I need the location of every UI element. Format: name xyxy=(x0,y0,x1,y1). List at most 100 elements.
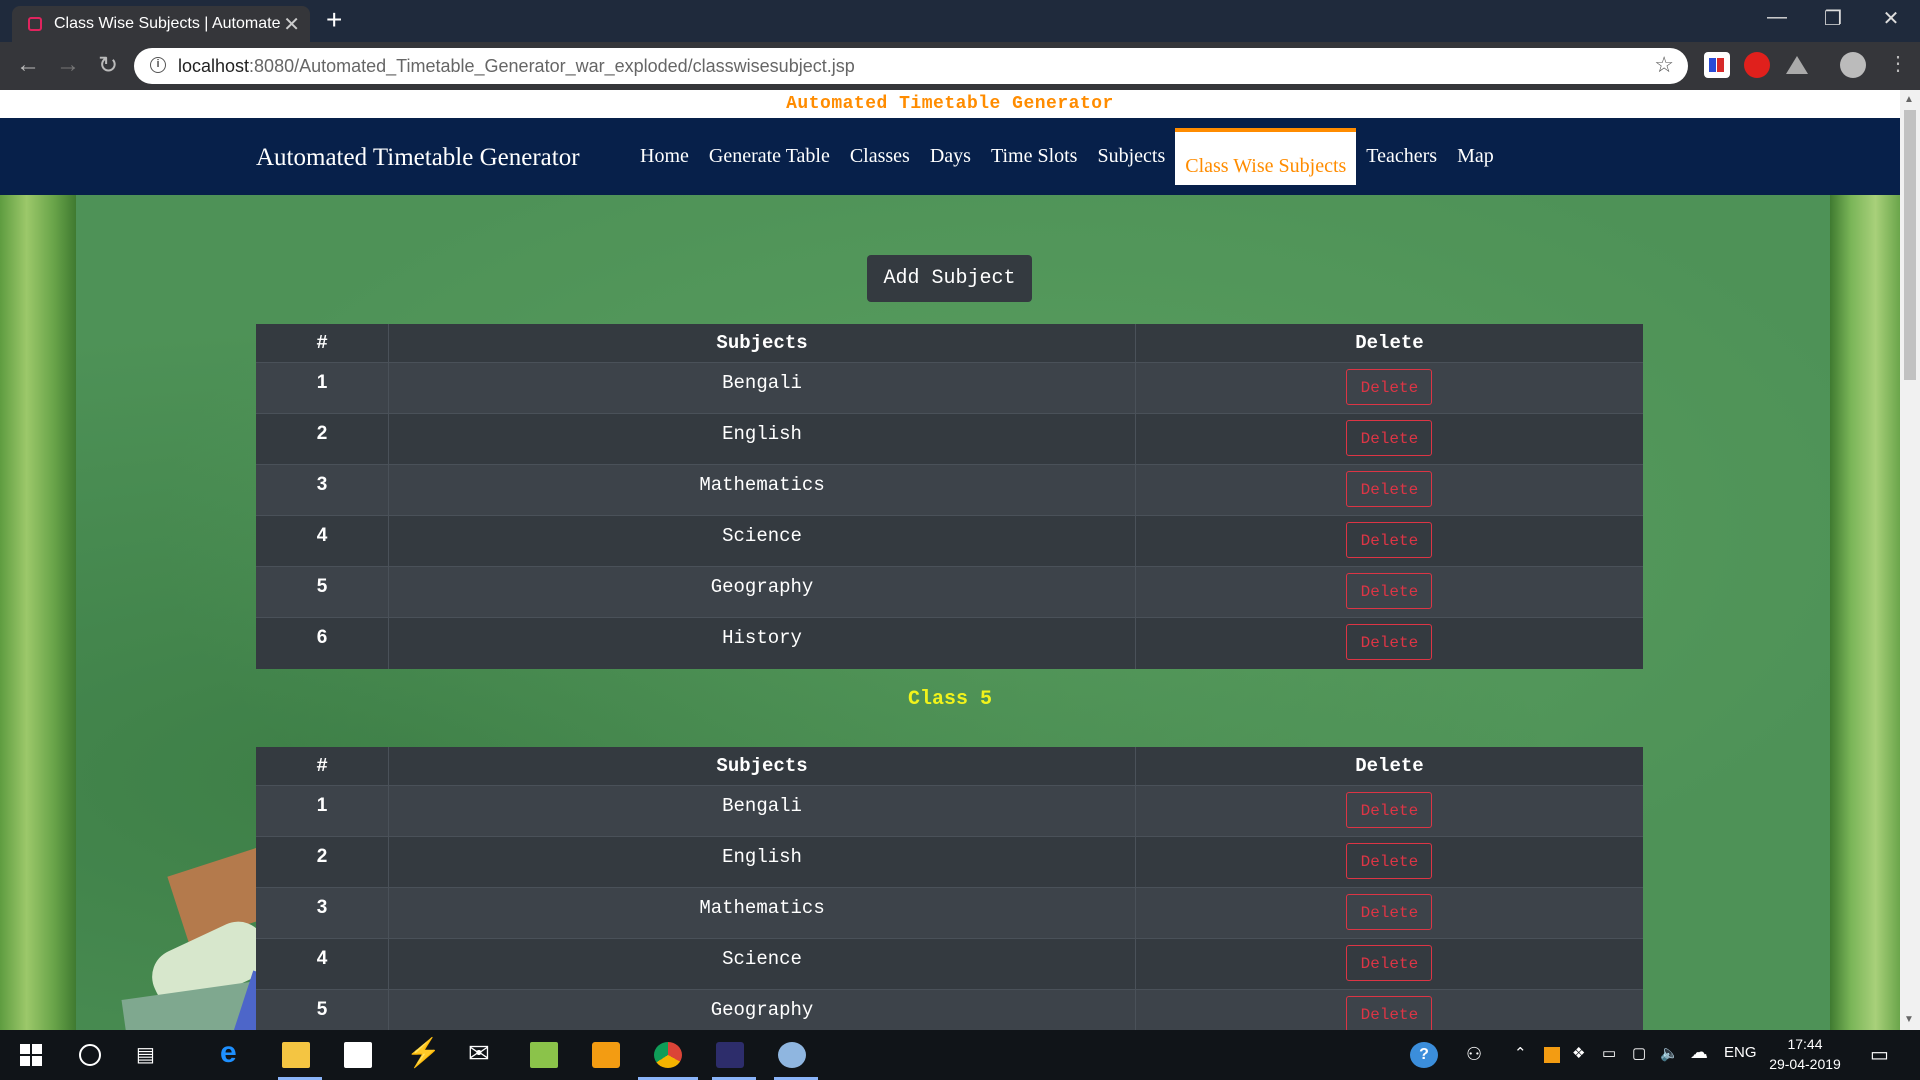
store-icon[interactable] xyxy=(344,1042,372,1068)
row-subject: Geography xyxy=(388,566,1136,618)
delete-button[interactable]: Delete xyxy=(1346,471,1433,507)
clock-date: 29-04-2019 xyxy=(1769,1056,1841,1072)
language-indicator[interactable]: ENG xyxy=(1724,1044,1757,1061)
nav-subjects[interactable]: Subjects xyxy=(1087,118,1175,195)
delete-button[interactable]: Delete xyxy=(1346,522,1433,558)
address-bar[interactable]: i localhost:8080/Automated_Timetable_Gen… xyxy=(134,48,1688,84)
delete-button[interactable]: Delete xyxy=(1346,420,1433,456)
row-subject: English xyxy=(388,413,1136,465)
table-row: 6 History Delete xyxy=(256,617,1643,669)
browser-toolbar: ← → ↻ i localhost:8080/Automated_Timetab… xyxy=(0,42,1920,90)
delete-button[interactable]: Delete xyxy=(1346,573,1433,609)
dropbox-icon[interactable]: ❖ xyxy=(1572,1044,1585,1062)
nav-map[interactable]: Map xyxy=(1447,118,1504,195)
reload-icon[interactable]: ↻ xyxy=(92,51,124,80)
row-delete-cell: Delete xyxy=(1135,566,1643,618)
row-number: 1 xyxy=(256,362,390,414)
new-tab-icon[interactable]: + xyxy=(326,6,342,34)
tab-title: Class Wise Subjects | Automated xyxy=(54,15,280,32)
navbar-brand[interactable]: Automated Timetable Generator xyxy=(256,144,580,172)
mail-icon[interactable]: ✉ xyxy=(468,1038,496,1068)
row-delete-cell: Delete xyxy=(1135,515,1643,567)
row-delete-cell: Delete xyxy=(1135,617,1643,669)
volume-icon[interactable]: 🔈 xyxy=(1660,1044,1679,1062)
scroll-up-icon[interactable]: ▲ xyxy=(1904,94,1914,105)
row-subject: Bengali xyxy=(388,362,1136,414)
onedrive-icon[interactable]: ☁ xyxy=(1690,1042,1708,1063)
delete-button[interactable]: Delete xyxy=(1346,843,1433,879)
nav-home[interactable]: Home xyxy=(630,118,699,195)
notepad-icon[interactable] xyxy=(530,1042,558,1068)
help-icon[interactable]: ? xyxy=(1410,1042,1438,1068)
forward-icon[interactable]: → xyxy=(52,51,84,79)
main-navbar: Automated Timetable Generator Home Gener… xyxy=(0,118,1900,195)
show-hidden-icons-icon[interactable]: ⌃ xyxy=(1514,1044,1527,1062)
scroll-down-icon[interactable]: ▼ xyxy=(1904,1014,1914,1025)
window-close-icon[interactable]: ✕ xyxy=(1866,6,1916,31)
site-info-icon[interactable]: i xyxy=(150,57,166,73)
people-icon[interactable]: ⚇ xyxy=(1466,1044,1482,1065)
nav-generate-table[interactable]: Generate Table xyxy=(699,118,840,195)
page-scrollbar[interactable]: ▲ ▼ xyxy=(1900,90,1920,1030)
delete-button[interactable]: Delete xyxy=(1346,792,1433,828)
col-header-subjects: Subjects xyxy=(388,747,1136,786)
table-row: 4 Science Delete xyxy=(256,938,1643,990)
bookmark-star-icon[interactable]: ☆ xyxy=(1654,52,1674,78)
minimize-icon[interactable]: — xyxy=(1752,6,1802,29)
close-tab-icon[interactable]: ✕ xyxy=(283,12,300,37)
delete-button[interactable]: Delete xyxy=(1346,996,1433,1030)
task-view-icon[interactable]: ▤ xyxy=(136,1042,164,1068)
delete-button[interactable]: Delete xyxy=(1346,945,1433,981)
windows-start-icon[interactable] xyxy=(18,1042,46,1068)
browser-tab[interactable]: Class Wise Subjects | Automated ✕ xyxy=(12,6,310,42)
row-delete-cell: Delete xyxy=(1135,362,1643,414)
nav-class-wise-subjects[interactable]: Class Wise Subjects xyxy=(1175,128,1357,185)
table-row: 3 Mathematics Delete xyxy=(256,887,1643,939)
cortana-search-icon[interactable] xyxy=(76,1042,104,1068)
scrollbar-thumb[interactable] xyxy=(1904,110,1916,380)
file-explorer-icon[interactable] xyxy=(282,1042,310,1068)
visual-studio-code-icon[interactable]: ⚡ xyxy=(406,1036,441,1068)
extension-hand-icon[interactable] xyxy=(1744,52,1770,78)
url-text: localhost:8080/Automated_Timetable_Gener… xyxy=(178,56,855,76)
table-row: 4 Science Delete xyxy=(256,515,1643,567)
table-header-row: # Subjects Delete xyxy=(256,747,1643,786)
system-clock[interactable]: 17:44 29-04-2019 xyxy=(1760,1034,1850,1074)
table-row: 2 English Delete xyxy=(256,413,1643,465)
delete-button[interactable]: Delete xyxy=(1346,624,1433,660)
add-subject-button[interactable]: Add Subject xyxy=(867,255,1032,302)
menu-kebab-icon[interactable]: ⋮ xyxy=(1882,51,1914,76)
row-subject: Bengali xyxy=(388,785,1136,837)
windows-taskbar: ▤ e ⚡ ✉ ? ⚇ ⌃ ❖ ▭ ▢ 🔈 ☁ ENG 17:44 29-04-… xyxy=(0,1030,1920,1080)
class-heading: Class 5 xyxy=(907,688,992,711)
back-icon[interactable]: ← xyxy=(12,51,44,79)
nav-classes[interactable]: Classes xyxy=(840,118,920,195)
profile-avatar-icon[interactable] xyxy=(1840,52,1866,78)
subjects-table: # Subjects Delete 1 Bengali Delete 2 Eng… xyxy=(256,324,1643,669)
edge-browser-icon[interactable]: e xyxy=(220,1036,248,1069)
nav-time-slots[interactable]: Time Slots xyxy=(981,118,1088,195)
table-row: 3 Mathematics Delete xyxy=(256,464,1643,516)
row-delete-cell: Delete xyxy=(1135,785,1643,837)
restore-icon[interactable]: ❐ xyxy=(1808,6,1858,31)
action-center-icon[interactable]: ▭ xyxy=(1870,1042,1889,1067)
intellij-idea-icon[interactable] xyxy=(716,1042,744,1068)
nav-days[interactable]: Days xyxy=(920,118,981,195)
sublime-text-icon[interactable] xyxy=(592,1042,620,1068)
delete-button[interactable]: Delete xyxy=(1346,894,1433,930)
battery-icon[interactable]: ▭ xyxy=(1602,1044,1616,1062)
extension-drive-icon[interactable] xyxy=(1784,52,1810,78)
delete-button[interactable]: Delete xyxy=(1346,369,1433,405)
nav-teachers[interactable]: Teachers xyxy=(1356,118,1447,195)
page-viewport: Automated Timetable Generator Automated … xyxy=(0,90,1900,1030)
chrome-icon[interactable] xyxy=(654,1042,682,1068)
table-row: 1 Bengali Delete xyxy=(256,785,1643,837)
board-frame-left xyxy=(0,195,76,1030)
extension-flag-icon[interactable] xyxy=(1704,52,1730,78)
paint-icon[interactable] xyxy=(778,1042,806,1068)
table-header-row: # Subjects Delete xyxy=(256,324,1643,363)
tray-app-icon[interactable] xyxy=(1544,1047,1560,1063)
display-icon[interactable]: ▢ xyxy=(1632,1044,1646,1062)
table-row: 5 Geography Delete xyxy=(256,566,1643,618)
table-row: 1 Bengali Delete xyxy=(256,362,1643,414)
